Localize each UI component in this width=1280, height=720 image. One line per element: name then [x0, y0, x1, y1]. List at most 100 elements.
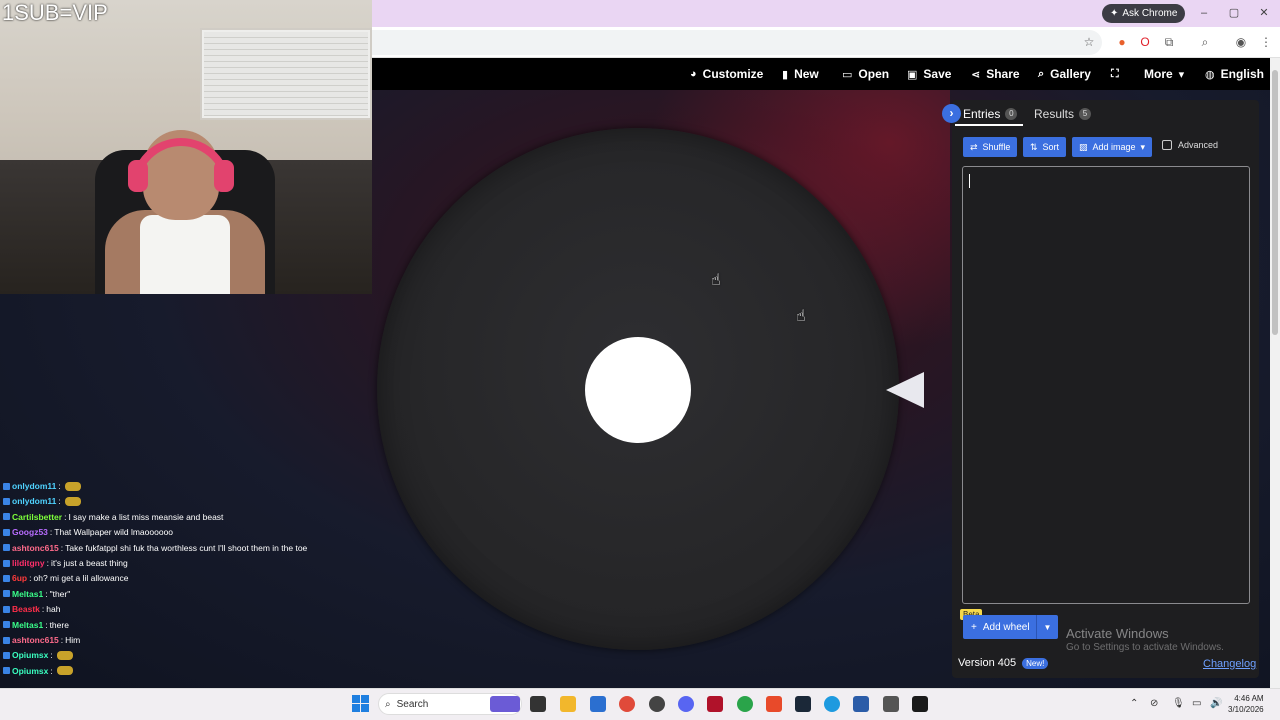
kebab-menu-icon[interactable]: ⋮: [1257, 34, 1275, 50]
chat-username[interactable]: Cartilsbetter: [12, 512, 62, 522]
profile-avatar-icon[interactable]: ◉: [1232, 34, 1250, 50]
obs-icon[interactable]: [649, 696, 665, 712]
chat-message-text: there: [49, 619, 69, 630]
network-icon[interactable]: ⊘: [1150, 698, 1158, 709]
app-icon[interactable]: [883, 696, 899, 712]
gallery-label: Gallery: [1050, 67, 1091, 81]
game-app-icon[interactable]: [490, 696, 520, 712]
discord-icon[interactable]: [678, 696, 694, 712]
windows-start-icon[interactable]: [352, 695, 369, 712]
search-icon: ⌕: [385, 698, 391, 710]
lens-icon[interactable]: ⌕: [1196, 34, 1214, 50]
chrome-icon[interactable]: [619, 696, 635, 712]
chat-username[interactable]: Opiumsx: [12, 650, 48, 660]
chat-message: Opiumsx:: [3, 650, 73, 660]
chat-separator: :: [60, 542, 64, 553]
add-image-button[interactable]: ▨ Add image ▾: [1072, 137, 1153, 157]
chat-username[interactable]: Beastk: [12, 604, 40, 614]
ask-chrome-button[interactable]: ✦ Ask Chrome: [1102, 4, 1186, 23]
chrome-canary-icon[interactable]: [737, 696, 753, 712]
new-button[interactable]: ▮ New: [782, 58, 819, 90]
opera-extension-icon[interactable]: O: [1136, 34, 1154, 50]
version-label: Version 405: [958, 657, 1017, 669]
scrollbar-thumb[interactable]: [1272, 70, 1278, 335]
active-tab-indicator: [955, 124, 1023, 126]
chat-username[interactable]: ashtonc615: [12, 635, 59, 645]
entries-textarea[interactable]: [962, 166, 1250, 604]
language-button[interactable]: ◍ English: [1205, 58, 1264, 90]
shuffle-button[interactable]: ⇄ Shuffle: [963, 137, 1018, 157]
wheel-center-hub[interactable]: [585, 337, 691, 443]
maximize-button[interactable]: ▢: [1224, 4, 1244, 22]
chat-username[interactable]: lilditgny: [12, 558, 45, 568]
chat-message: Cartilsbetter: I say make a list miss mea…: [3, 512, 223, 522]
bookmark-star-icon[interactable]: ☆: [1080, 34, 1098, 50]
chat-username[interactable]: onlydom11: [12, 481, 56, 491]
changelog-link[interactable]: Changelog: [1203, 658, 1256, 670]
emote-icon: [64, 496, 81, 506]
more-menu-button[interactable]: More ▾: [1144, 58, 1184, 90]
chat-message-text: Him: [65, 635, 81, 645]
chat-username[interactable]: Opiumsx: [12, 666, 48, 676]
task-view-icon[interactable]: [530, 696, 546, 712]
chat-message: ashtonc615: Him: [3, 635, 80, 645]
chat-username[interactable]: Meltas1: [12, 620, 43, 630]
tab-entries[interactable]: Entries 0: [963, 104, 1018, 124]
close-window-button[interactable]: ✕: [1254, 4, 1274, 22]
emote-icon: [56, 650, 73, 660]
mic-icon[interactable]: 🎙: [1172, 698, 1185, 709]
customize-button[interactable]: ◕ Customize: [690, 58, 763, 90]
collapse-panel-button[interactable]: ›: [942, 104, 961, 123]
taskbar-search-label: Search: [396, 698, 429, 710]
chat-username[interactable]: Meltas1: [12, 589, 43, 599]
chevron-down-icon[interactable]: ▼: [1037, 623, 1058, 632]
add-wheel-button[interactable]: + Add wheel ▼: [963, 615, 1058, 639]
chevron-up-icon[interactable]: ⌃: [1130, 698, 1138, 709]
chat-badge-icon: [3, 497, 10, 505]
save-button[interactable]: ▣ Save: [907, 58, 951, 90]
advanced-toggle[interactable]: Advanced: [1162, 140, 1218, 150]
chat-username[interactable]: Googz53: [12, 527, 48, 537]
open-button[interactable]: ▭ Open: [842, 58, 889, 90]
display-icon[interactable]: ▭: [1192, 698, 1201, 709]
terminal-icon[interactable]: [912, 696, 928, 712]
clock-date: 3/10/2026: [1228, 705, 1264, 714]
chat-username[interactable]: onlydom11: [12, 496, 56, 506]
gallery-button[interactable]: ⌕ Gallery: [1038, 58, 1091, 90]
volume-icon[interactable]: 🔊: [1210, 698, 1222, 709]
add-wheel-main[interactable]: + Add wheel: [963, 615, 1037, 639]
minimize-button[interactable]: –: [1194, 4, 1214, 22]
address-bar[interactable]: [372, 30, 1102, 55]
chat-separator: :: [64, 511, 67, 522]
fullscreen-button[interactable]: ⛶: [1111, 58, 1119, 90]
chat-badge-icon: [3, 513, 10, 521]
sort-button[interactable]: ⇅ Sort: [1023, 137, 1067, 157]
file-explorer-icon[interactable]: [560, 696, 576, 712]
share-button[interactable]: ⋖ Share: [971, 58, 1020, 90]
chat-separator: :: [45, 619, 48, 630]
chat-separator: :: [29, 573, 32, 584]
search-icon: ⌕: [1038, 67, 1045, 80]
tab-results[interactable]: Results 5: [1034, 104, 1092, 124]
puzzle-extensions-icon[interactable]: ⧉: [1160, 34, 1178, 50]
app-icon[interactable]: [853, 696, 869, 712]
chevron-down-icon: ▾: [1178, 68, 1185, 81]
chat-username[interactable]: 6up: [12, 573, 27, 583]
edge-icon[interactable]: [824, 696, 840, 712]
clock-time: 4:46 AM: [1234, 694, 1264, 703]
customize-label: Customize: [702, 67, 764, 81]
chat-message-text: "ther": [49, 588, 71, 599]
steam-icon[interactable]: [795, 696, 811, 712]
sparkle-icon: ✦: [1110, 8, 1119, 19]
extension-icon[interactable]: ●: [1113, 34, 1131, 50]
app-icon[interactable]: [766, 696, 782, 712]
chat-badge-icon: [3, 544, 10, 552]
taskbar-clock[interactable]: 4:46 AM 3/10/2026: [1228, 693, 1264, 715]
chat-username[interactable]: ashtonc615: [12, 543, 59, 553]
save-label: Save: [923, 67, 952, 81]
chevron-down-icon: ▾: [1140, 141, 1146, 152]
acrobat-icon[interactable]: [707, 696, 723, 712]
chat-message: Googz53: That Wallpaper wild lmaoooooo: [3, 527, 173, 537]
store-icon[interactable]: [590, 696, 606, 712]
advanced-checkbox[interactable]: [1162, 140, 1172, 150]
